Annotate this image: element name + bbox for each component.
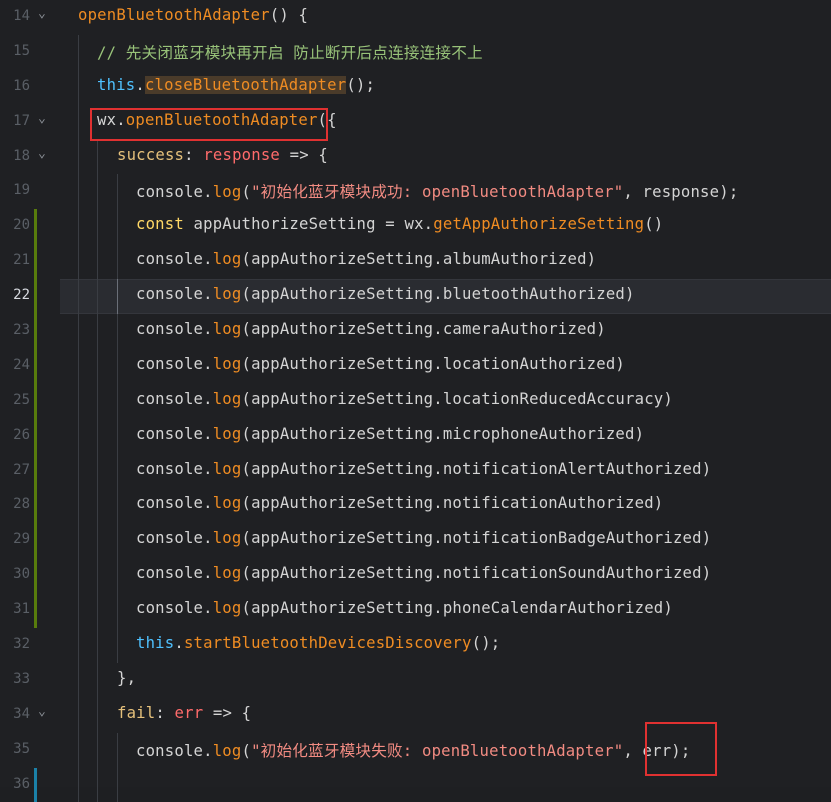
code-text: openBluetoothAdapter() { [78,6,309,24]
code-text: this.closeBluetoothAdapter(); [97,75,376,94]
code-comment: // 先关闭蓝牙模块再开启 防止断开后点连接连接不上 [97,43,483,62]
code-text: fail: err => { [117,703,252,722]
code-line-25[interactable]: 25 console.log(appAuthorizeSetting.locat… [0,383,831,419]
code-line-31[interactable]: 31 console.log(appAuthorizeSetting.phone… [0,593,831,629]
code-line-30[interactable]: 30 console.log(appAuthorizeSetting.notif… [0,558,831,594]
line-number: 30 [13,566,30,583]
line-number: 17 [13,112,30,129]
code-text: const appAuthorizeSetting = wx.getAppAut… [136,215,664,234]
annotation-box-err-arg [645,722,717,776]
code-line-18[interactable]: 18 ⌄ success: response => { [0,139,831,175]
code-line-21[interactable]: 21 console.log(appAuthorizeSetting.album… [0,244,831,280]
highlighted-symbol: closeBluetoothAdapter [144,75,347,94]
line-number: 27 [13,461,30,478]
code-text: console.log(appAuthorizeSetting.phoneCal… [136,599,673,618]
line-number: 25 [13,391,30,408]
code-text: console.log(appAuthorizeSetting.location… [136,389,673,408]
chevron-down-icon[interactable]: ⌄ [38,704,46,719]
code-line-28[interactable]: 28 console.log(appAuthorizeSetting.notif… [0,488,831,524]
code-line-32[interactable]: 32 this.startBluetoothDevicesDiscovery()… [0,628,831,663]
indent-guide [78,139,79,175]
line-number: 29 [13,531,30,548]
chevron-down-icon[interactable]: ⌄ [38,111,46,126]
code-text: console.log(appAuthorizeSetting.albumAut… [136,250,597,269]
line-number: 16 [13,77,30,94]
code-line-16[interactable]: 16 this.closeBluetoothAdapter(); [0,69,831,105]
indent-guide [78,69,79,105]
code-text: console.log("初始化蓝牙模块成功: openBluetoothAda… [136,183,739,202]
code-text: console.log(appAuthorizeSetting.notifica… [136,529,712,548]
line-number: 28 [13,496,30,513]
code-line-33[interactable]: 33 }, [0,662,831,698]
code-line-15[interactable]: 15 // 先关闭蓝牙模块再开启 防止断开后点连接连接不上 [0,34,831,70]
line-number: 34 [13,705,30,722]
code-line-14[interactable]: 14 ⌄ openBluetoothAdapter() { [0,0,831,35]
code-line-29[interactable]: 29 console.log(appAuthorizeSetting.notif… [0,523,831,559]
code-line-19[interactable]: 19 console.log("初始化蓝牙模块成功: openBluetooth… [0,174,831,210]
indent-guide [78,104,79,140]
code-editor[interactable]: 14 ⌄ openBluetoothAdapter() { 15 // 先关闭蓝… [0,0,831,802]
code-text: console.log(appAuthorizeSetting.cameraAu… [136,320,606,339]
line-number: 23 [13,322,30,339]
annotation-box-open-adapter [90,108,328,141]
line-number: 24 [13,356,30,373]
line-number: 19 [13,182,30,199]
git-added-marker [34,767,37,802]
code-text: console.log(appAuthorizeSetting.bluetoot… [136,285,635,304]
line-number: 15 [13,42,30,59]
code-line-24[interactable]: 24 console.log(appAuthorizeSetting.locat… [0,348,831,384]
code-text: this.startBluetoothDevicesDiscovery(); [136,634,501,653]
chevron-down-icon[interactable]: ⌄ [38,6,46,21]
code-text: success: response => { [117,145,328,164]
code-text: console.log(appAuthorizeSetting.micropho… [136,424,645,443]
line-number: 32 [13,636,30,653]
code-line-26[interactable]: 26 console.log(appAuthorizeSetting.micro… [0,418,831,454]
chevron-down-icon[interactable]: ⌄ [38,146,46,161]
code-text: console.log(appAuthorizeSetting.notifica… [136,494,664,513]
code-text: console.log("初始化蓝牙模块失败: openBluetoothAda… [136,741,691,760]
line-number: 31 [13,601,30,618]
line-number: 14 [13,8,30,24]
code-line-27[interactable]: 27 console.log(appAuthorizeSetting.notif… [0,453,831,489]
line-number: 26 [13,426,30,443]
code-text: console.log(appAuthorizeSetting.location… [136,354,626,373]
indent-guide [78,34,79,70]
line-number: 22 [13,287,30,304]
code-line-22-current[interactable]: 22 console.log(appAuthorizeSetting.bluet… [0,279,831,315]
line-number: 33 [13,670,30,687]
code-text: console.log(appAuthorizeSetting.notifica… [136,459,712,478]
line-number: 36 [13,775,30,792]
code-text: }, [117,668,137,687]
line-number: 35 [13,740,30,757]
indent-guide [97,139,98,175]
line-number: 21 [13,252,30,269]
code-text: console.log(appAuthorizeSetting.notifica… [136,564,712,583]
line-number: 20 [13,217,30,234]
code-line-20[interactable]: 20 const appAuthorizeSetting = wx.getApp… [0,209,831,245]
code-line-23[interactable]: 23 console.log(appAuthorizeSetting.camer… [0,314,831,349]
git-modified-marker [34,209,37,245]
line-number: 18 [13,147,30,164]
